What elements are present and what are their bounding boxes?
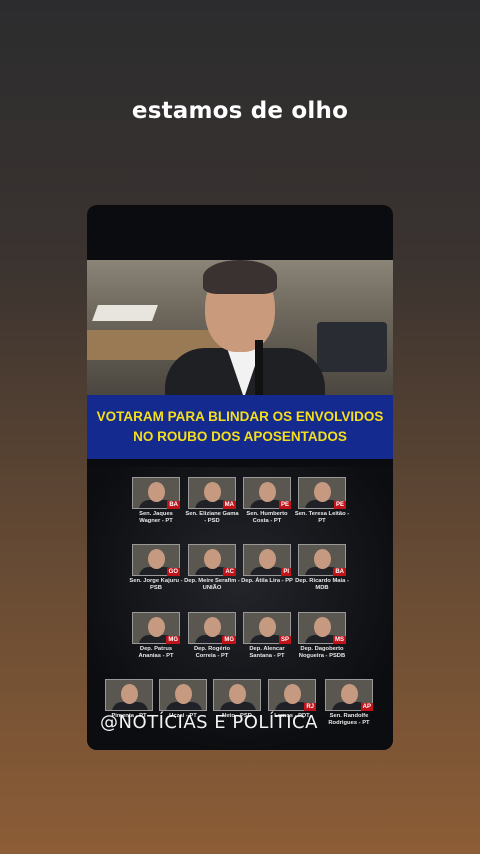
person-card: SP Dep. Alencar Santana - PT — [243, 612, 291, 672]
watermark: @NOTÍCIAS E POLÍTICA — [100, 712, 318, 733]
person-card: PE Sen. Teresa Leitão - PT — [295, 477, 349, 537]
person-card: GO Sen. Jorge Kajuru - PSB — [129, 544, 183, 604]
person-card: BA Dep. Ricardo Maia - MDB — [295, 544, 349, 604]
caption: estamos de olho — [131, 98, 349, 124]
person-card: MS Dep. Dagoberto Nogueira - PSDB — [298, 612, 346, 672]
banner-line-2: NO ROUBO DOS APOSENTADOS — [133, 429, 347, 444]
person-card: PE Sen. Humberto Costa - PT — [243, 477, 291, 537]
person-card: AC Dep. Meire Serafim - UNIÃO — [184, 544, 240, 604]
person-card: MG Dep. Rogério Correia - PT — [188, 612, 236, 672]
person-card: MG Dep. Patrus Ananias - PT — [132, 612, 180, 672]
politicians-grid: BA Sen. Jaques Wagner - PT MA Sen. Elizi… — [87, 467, 393, 750]
banner-line-1: VOTARAM PARA BLINDAR OS ENVOLVIDOS — [96, 409, 384, 424]
person-card: AP Sen. Randolfe Rodrigues - PT — [325, 679, 373, 739]
video-card[interactable]: VOTARAM PARA BLINDAR OS ENVOLVIDOS NO RO… — [87, 205, 393, 750]
person-card: PI Dep. Átila Lira - PP — [241, 544, 293, 604]
speaker-photo — [87, 260, 393, 395]
person-card: BA Sen. Jaques Wagner - PT — [132, 477, 180, 537]
person-card: MA Sen. Eliziane Gama - PSD — [185, 477, 239, 537]
headline-banner: VOTARAM PARA BLINDAR OS ENVOLVIDOS NO RO… — [87, 395, 393, 459]
